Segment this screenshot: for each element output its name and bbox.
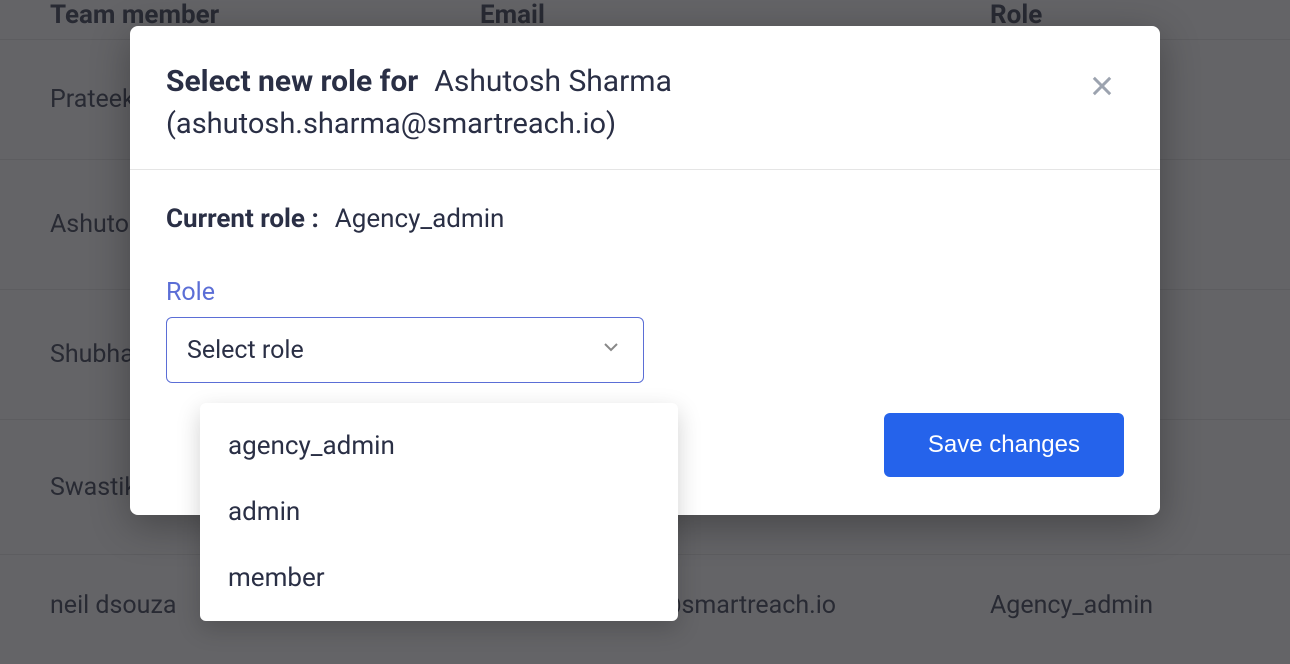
modal-title-prefix: Select new role for xyxy=(166,64,418,99)
role-select[interactable]: Select role xyxy=(166,317,644,383)
close-icon xyxy=(1088,72,1116,104)
save-changes-button[interactable]: Save changes xyxy=(884,413,1124,477)
role-field-label: Role xyxy=(166,278,1124,307)
modal-user-email: (ashutosh.sharma@smartreach.io) xyxy=(166,107,1124,141)
dropdown-option-admin[interactable]: admin xyxy=(200,479,678,545)
current-role-value: Agency_admin xyxy=(335,204,505,234)
modal-user-name: Ashutosh Sharma xyxy=(434,64,672,99)
modal-header: Select new role for Ashutosh Sharma (ash… xyxy=(130,26,1160,170)
role-dropdown-menu: agency_admin admin member xyxy=(200,403,678,621)
current-role-row: Current role : Agency_admin xyxy=(166,204,1124,234)
chevron-down-icon xyxy=(599,335,623,366)
current-role-label: Current role : xyxy=(166,204,319,234)
modal-overlay[interactable]: Select new role for Ashutosh Sharma (ash… xyxy=(0,0,1290,664)
close-button[interactable] xyxy=(1086,72,1118,104)
dropdown-option-member[interactable]: member xyxy=(200,545,678,611)
modal-body: Current role : Agency_admin Role Select … xyxy=(130,170,1160,413)
modal-title: Select new role for Ashutosh Sharma xyxy=(166,64,1124,99)
role-select-placeholder: Select role xyxy=(187,336,304,365)
dropdown-option-agency-admin[interactable]: agency_admin xyxy=(200,413,678,479)
